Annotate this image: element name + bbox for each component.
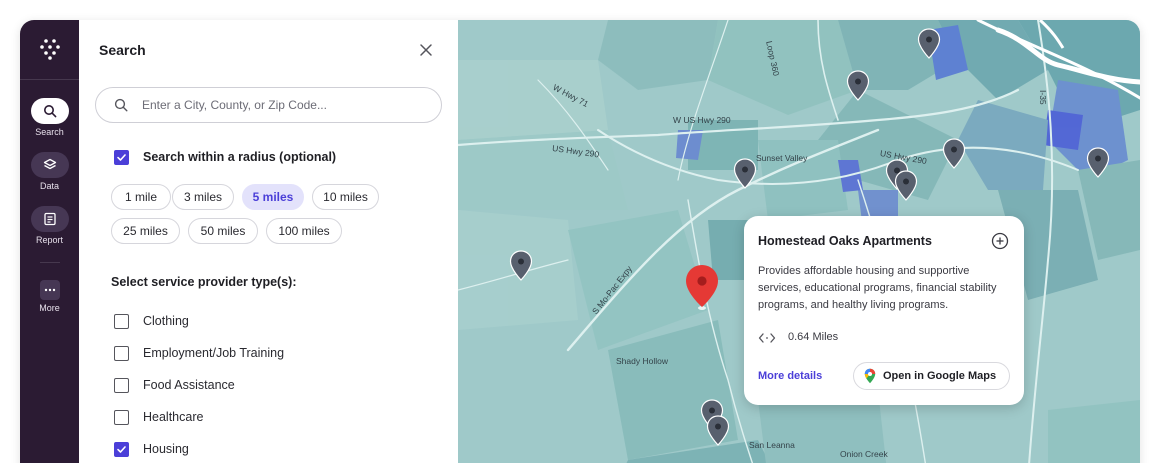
provider-checkbox[interactable] bbox=[114, 314, 129, 329]
layers-icon bbox=[43, 158, 56, 170]
rail-label-more: More bbox=[39, 303, 60, 313]
rail-item-report[interactable]: Report bbox=[20, 206, 79, 245]
rail-label-report: Report bbox=[35, 235, 63, 245]
google-maps-pin-icon bbox=[864, 368, 876, 384]
radius-chip-3-miles[interactable]: 3 miles bbox=[172, 184, 234, 210]
map-label-san-leanna: San Leanna bbox=[749, 440, 795, 450]
map-pin-icon[interactable] bbox=[894, 170, 918, 201]
provider-label: Healthcare bbox=[143, 410, 204, 424]
panel-title: Search bbox=[99, 42, 146, 58]
open-google-maps-label: Open in Google Maps bbox=[883, 370, 997, 382]
provider-checkbox[interactable] bbox=[114, 378, 129, 393]
map-label-i35: I-35 bbox=[1038, 90, 1048, 105]
more-icon bbox=[44, 288, 55, 292]
open-google-maps-button[interactable]: Open in Google Maps bbox=[853, 362, 1010, 390]
map-pin-icon[interactable] bbox=[706, 415, 730, 446]
provider-checkbox[interactable] bbox=[114, 410, 129, 425]
more-details-link[interactable]: More details bbox=[758, 370, 822, 382]
provider-label: Housing bbox=[143, 442, 189, 456]
distance-icon bbox=[758, 333, 776, 343]
close-icon[interactable] bbox=[418, 42, 434, 58]
check-icon bbox=[117, 154, 126, 161]
search-panel: Search Search within a radius (optional)… bbox=[79, 20, 458, 463]
rail-label-data: Data bbox=[39, 181, 59, 191]
provider-label: Food Assistance bbox=[143, 378, 235, 392]
report-icon bbox=[43, 212, 56, 226]
provider-label: Clothing bbox=[143, 314, 189, 328]
location-card: Homestead Oaks Apartments Provides affor… bbox=[744, 216, 1024, 405]
rail-item-more[interactable]: More bbox=[20, 280, 79, 313]
add-circle-icon[interactable] bbox=[991, 232, 1009, 250]
provider-checkbox[interactable] bbox=[114, 442, 129, 457]
provider-label: Employment/Job Training bbox=[143, 346, 285, 360]
card-title: Homestead Oaks Apartments bbox=[758, 234, 932, 248]
map-pin-icon[interactable] bbox=[942, 138, 966, 169]
rail-item-search[interactable]: Search bbox=[20, 98, 79, 137]
map-label-sunset-valley: Sunset Valley bbox=[756, 153, 808, 163]
radius-chip-100-miles[interactable]: 100 miles bbox=[266, 218, 342, 244]
map-label-w-us-hwy-290: W US Hwy 290 bbox=[673, 115, 731, 125]
radius-checkbox[interactable] bbox=[114, 150, 129, 165]
map-label-onion-creek: Onion Creek bbox=[840, 449, 888, 459]
radius-chip-25-miles[interactable]: 25 miles bbox=[111, 218, 180, 244]
search-icon bbox=[43, 105, 56, 118]
map-pin-icon[interactable] bbox=[917, 28, 941, 59]
search-input[interactable] bbox=[142, 98, 422, 112]
map-pin-icon[interactable] bbox=[846, 70, 870, 101]
selected-pin-icon[interactable] bbox=[683, 263, 721, 311]
rail-divider-small bbox=[40, 262, 60, 263]
search-icon bbox=[114, 98, 128, 112]
search-field[interactable] bbox=[95, 87, 442, 123]
card-distance: 0.64 Miles bbox=[788, 331, 839, 343]
nav-rail: Search Data Report More bbox=[20, 20, 79, 463]
radius-chip-1-mile[interactable]: 1 mile bbox=[111, 184, 171, 210]
app-logo-icon[interactable] bbox=[39, 38, 61, 60]
card-description: Provides affordable housing and supporti… bbox=[758, 265, 997, 311]
radius-label: Search within a radius (optional) bbox=[143, 150, 337, 164]
provider-checkbox[interactable] bbox=[114, 346, 129, 361]
map-pin-icon[interactable] bbox=[733, 158, 757, 189]
radius-chip-50-miles[interactable]: 50 miles bbox=[188, 218, 258, 244]
app-window: Search Data Report More Search Enter a C… bbox=[20, 20, 1140, 463]
radius-chip-10-miles[interactable]: 10 miles bbox=[312, 184, 379, 210]
map-label-shady-hollow: Shady Hollow bbox=[616, 356, 668, 366]
rail-divider bbox=[20, 79, 79, 80]
radius-chip-5-miles[interactable]: 5 miles bbox=[242, 184, 304, 210]
rail-item-data[interactable]: Data bbox=[20, 152, 79, 191]
map-pin-icon[interactable] bbox=[509, 250, 533, 281]
provider-section-title: Select service provider type(s): bbox=[111, 275, 297, 289]
rail-label-search: Search bbox=[35, 127, 64, 137]
map-pin-icon[interactable] bbox=[1086, 147, 1110, 178]
check-icon bbox=[117, 446, 126, 453]
